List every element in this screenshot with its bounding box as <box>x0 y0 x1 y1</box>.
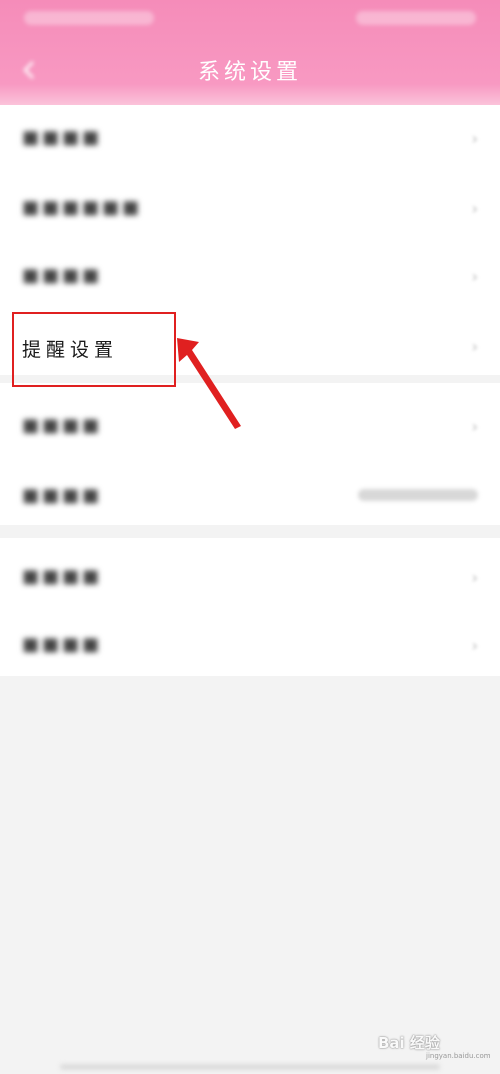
chevron-right-icon: › <box>471 129 478 148</box>
settings-row-1[interactable]: ■■■■ › <box>0 107 500 167</box>
settings-row-8[interactable]: ■■■■ › <box>0 614 500 674</box>
baidu-jingyan-watermark: Bai 经验 jingyan.baidu.com <box>378 1022 491 1062</box>
row-label-blurred: ■■■■■■ <box>22 197 143 218</box>
annotation-highlight-box <box>12 312 176 387</box>
chevron-right-icon: › <box>471 636 478 655</box>
status-bar-right-blurred <box>356 11 476 25</box>
row-label-blurred: ■■■■ <box>22 485 103 506</box>
settings-row-5[interactable]: ■■■■ › <box>0 395 500 455</box>
chevron-right-icon: › <box>471 417 478 436</box>
row-label-blurred: ■■■■ <box>22 415 103 436</box>
row-label-blurred: ■■■■ <box>22 634 103 655</box>
page-title: 系统设置 <box>197 60 302 85</box>
chevron-right-icon: › <box>471 199 478 218</box>
row-value-blurred <box>358 489 478 501</box>
settings-row-3[interactable]: ■■■■ › <box>0 245 500 305</box>
app-header: 系统设置 <box>0 0 500 105</box>
settings-group-2: ■■■■ › ■■■■ <box>0 383 500 525</box>
settings-row-6[interactable]: ■■■■ <box>0 465 500 525</box>
status-bar-left-blurred <box>24 11 154 25</box>
status-bar <box>0 0 500 38</box>
settings-row-2[interactable]: ■■■■■■ › <box>0 177 500 237</box>
home-indicator-bar <box>60 1064 440 1070</box>
settings-group-3: ■■■■ › ■■■■ › <box>0 538 500 676</box>
watermark-text: Bai 经验 <box>378 1034 440 1052</box>
chevron-right-icon: › <box>471 568 478 587</box>
row-label-blurred: ■■■■ <box>22 265 103 286</box>
settings-row-7[interactable]: ■■■■ › <box>0 546 500 606</box>
annotation-arrow-icon <box>177 338 241 429</box>
row-label-blurred: ■■■■ <box>22 127 103 148</box>
row-label-blurred: ■■■■ <box>22 566 103 587</box>
watermark-sub: jingyan.baidu.com <box>426 1052 491 1060</box>
chevron-right-icon: › <box>471 267 478 286</box>
chevron-right-icon: › <box>471 337 478 356</box>
